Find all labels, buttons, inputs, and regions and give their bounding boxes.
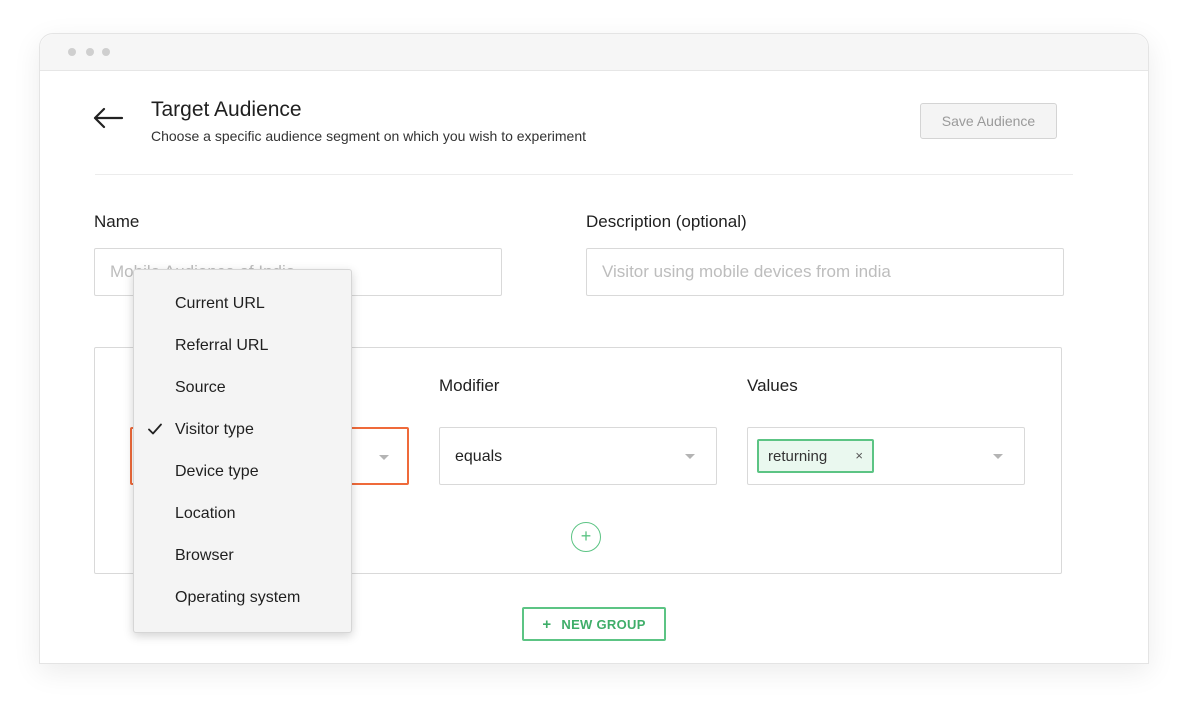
new-group-button[interactable]: + NEW GROUP — [522, 607, 666, 641]
dropdown-item-location[interactable]: Location — [134, 493, 351, 535]
dropdown-item-label: Visitor type — [175, 421, 254, 438]
dropdown-item-label: Operating system — [175, 589, 301, 606]
plus-icon: + — [542, 615, 552, 633]
name-label: Name — [94, 212, 140, 231]
dropdown-item-device-type[interactable]: Device type — [134, 451, 351, 493]
window-titlebar — [40, 34, 1148, 71]
dropdown-item-label: Source — [175, 379, 226, 396]
new-group-label: NEW GROUP — [561, 616, 646, 632]
values-select[interactable]: returning × — [747, 427, 1025, 485]
dropdown-item-operating-system[interactable]: Operating system — [134, 577, 351, 619]
check-icon — [148, 423, 162, 435]
window-dot-icon — [86, 48, 94, 56]
dropdown-item-visitor-type[interactable]: Visitor type — [134, 409, 351, 451]
page-title: Target Audience — [151, 98, 302, 121]
dropdown-item-label: Browser — [175, 547, 234, 564]
modifier-value: equals — [455, 448, 503, 465]
tag-remove-icon[interactable]: × — [855, 448, 863, 463]
save-audience-button[interactable]: Save Audience — [920, 103, 1057, 139]
values-label: Values — [747, 376, 798, 395]
modifier-select[interactable]: equals — [439, 427, 717, 485]
dropdown-item-referral-url[interactable]: Referral URL — [134, 325, 351, 367]
dropdown-item-label: Referral URL — [175, 337, 269, 354]
page-subtitle: Choose a specific audience segment on wh… — [151, 128, 587, 144]
window-dot-icon — [102, 48, 110, 56]
window-dot-icon — [68, 48, 76, 56]
chevron-down-icon — [993, 454, 1003, 459]
dropdown-item-browser[interactable]: Browser — [134, 535, 351, 577]
attribute-dropdown-menu: Current URL Referral URL Source Visitor … — [133, 269, 352, 633]
value-tag: returning × — [757, 439, 874, 473]
chevron-down-icon — [379, 455, 389, 460]
value-tag-label: returning — [768, 448, 828, 465]
back-arrow-icon[interactable] — [92, 106, 124, 130]
chevron-down-icon — [685, 454, 695, 459]
dropdown-item-label: Location — [175, 505, 236, 522]
header-divider — [95, 174, 1073, 175]
browser-window: Target Audience Choose a specific audien… — [39, 33, 1149, 664]
add-rule-button[interactable]: + — [571, 522, 601, 552]
dropdown-item-label: Device type — [175, 463, 259, 480]
dropdown-item-source[interactable]: Source — [134, 367, 351, 409]
description-input[interactable] — [586, 248, 1064, 296]
description-label: Description (optional) — [586, 212, 747, 231]
modifier-label: Modifier — [439, 376, 500, 395]
dropdown-item-current-url[interactable]: Current URL — [134, 283, 351, 325]
dropdown-item-label: Current URL — [175, 295, 265, 312]
